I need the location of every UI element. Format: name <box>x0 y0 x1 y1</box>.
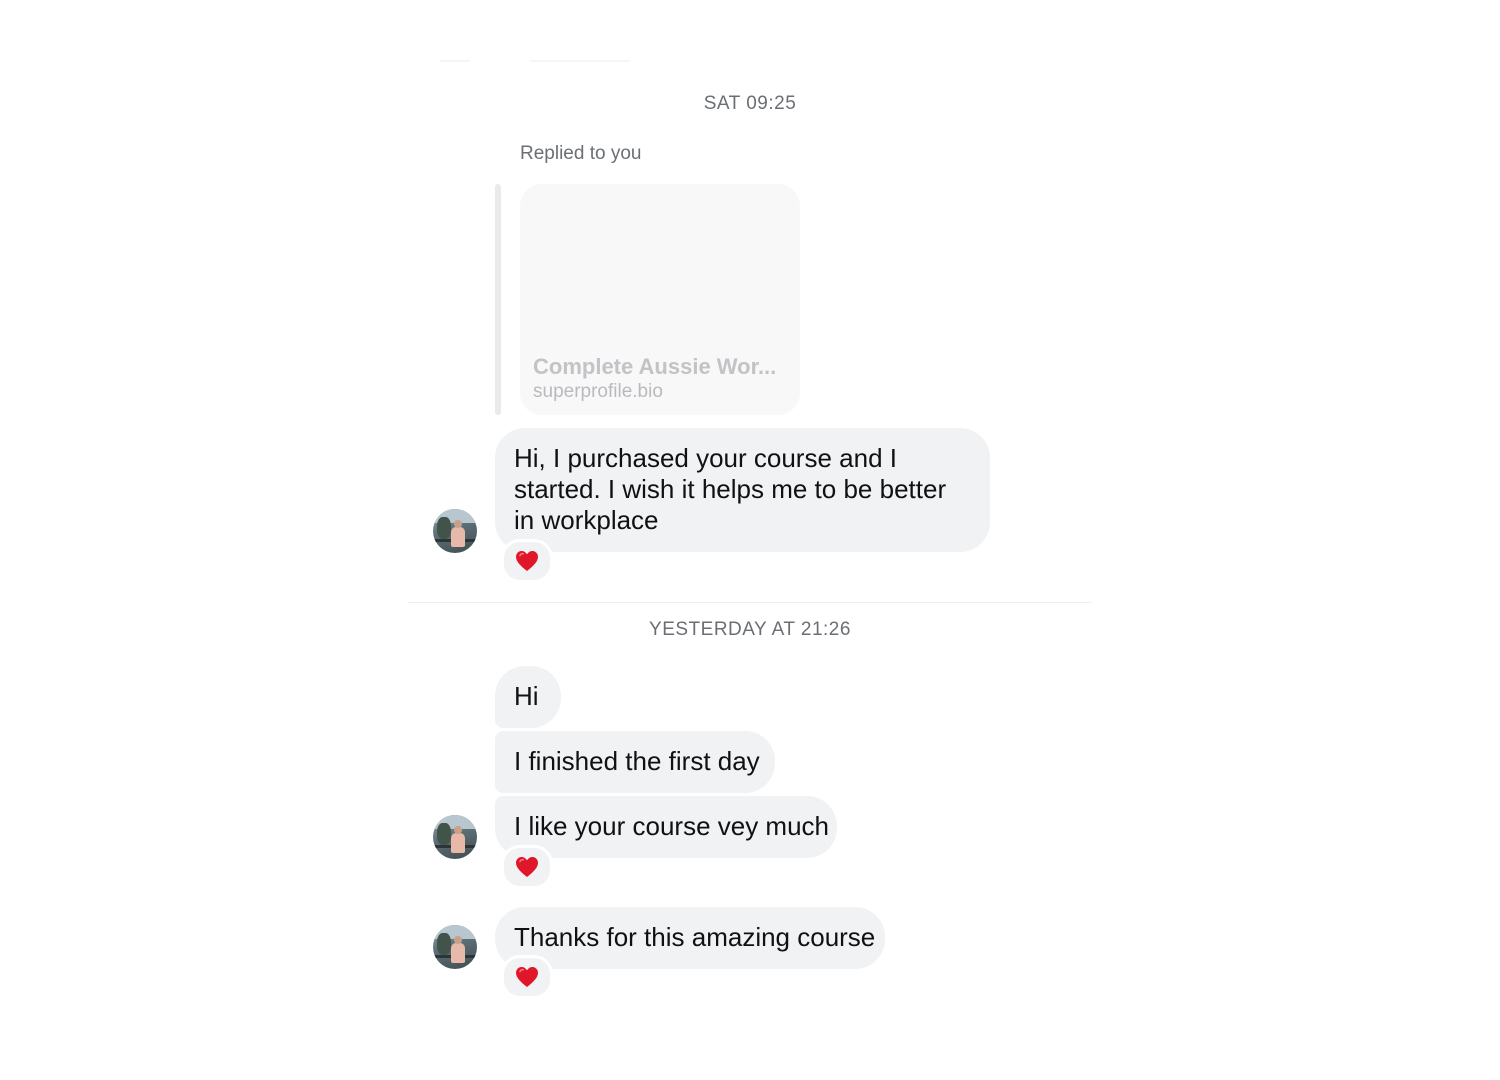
heart-icon <box>516 857 538 877</box>
section-divider <box>408 602 1092 603</box>
reply-quote-bar <box>495 184 501 415</box>
message-bubble[interactable]: Hi <box>495 666 561 728</box>
message-bubble[interactable]: Thanks for this amazing course <box>495 907 885 969</box>
message-bubble[interactable]: Hi, I purchased your course and I starte… <box>495 428 990 552</box>
heart-icon <box>516 967 538 987</box>
reaction-badge[interactable] <box>501 539 553 583</box>
sender-avatar[interactable] <box>433 815 477 859</box>
message-bubble[interactable]: I finished the first day <box>495 731 775 793</box>
link-preview-title: Complete Aussie Wor... <box>533 354 777 379</box>
message-text: Hi <box>514 681 539 711</box>
replied-to-you-label: Replied to you <box>520 143 642 164</box>
reaction-badge[interactable] <box>501 845 553 889</box>
message-text: I finished the first day <box>514 746 760 776</box>
sender-avatar[interactable] <box>433 509 477 553</box>
link-preview-domain: superprofile.bio <box>533 381 663 402</box>
link-preview-card[interactable]: Complete Aussie Wor... superprofile.bio <box>520 184 800 415</box>
message-text: Thanks for this amazing course <box>514 922 876 952</box>
sender-avatar[interactable] <box>433 925 477 969</box>
timestamp-sat: SAT 09:25 <box>703 93 797 114</box>
heart-icon <box>516 551 538 571</box>
timestamp-yesterday: YESTERDAY AT 21:26 <box>649 619 851 640</box>
top-faint-divider <box>440 60 630 62</box>
message-text: I like your course vey much <box>514 811 830 841</box>
reaction-badge[interactable] <box>501 955 553 999</box>
message-text: Hi, I purchased your course and I starte… <box>514 443 947 535</box>
